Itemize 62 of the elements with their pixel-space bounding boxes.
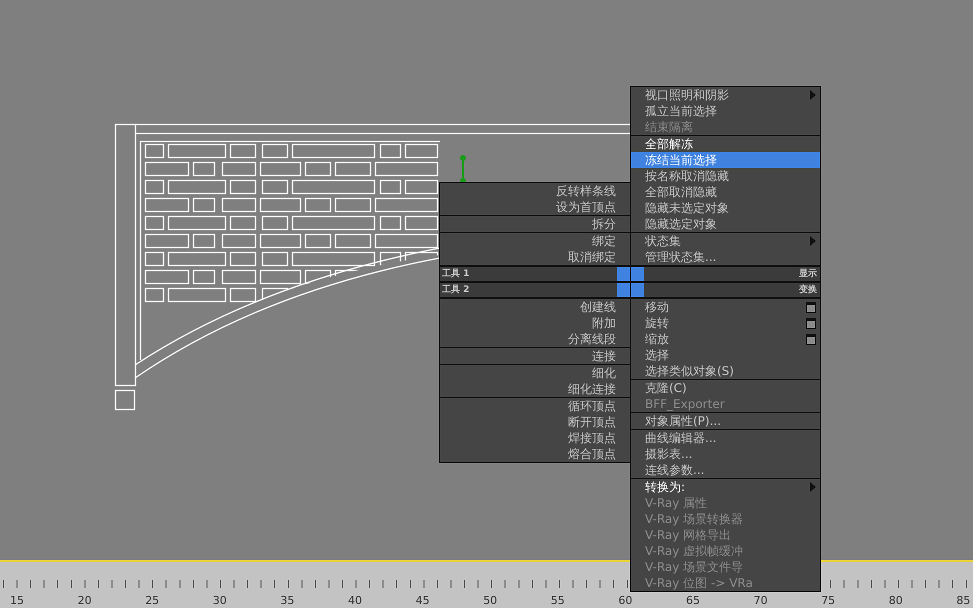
menu-item[interactable]: 全部解冻 xyxy=(631,136,820,152)
menu-item[interactable]: 熔合顶点 xyxy=(440,446,630,462)
menu-item[interactable]: 全部取消隐藏 xyxy=(631,184,820,200)
menu-item[interactable]: 旋转 xyxy=(631,315,820,331)
menu-item[interactable]: 状态集 xyxy=(631,233,820,249)
frame-number: 45 xyxy=(416,594,430,607)
menu-item[interactable]: 设为首顶点 xyxy=(440,199,630,215)
frame-number: 80 xyxy=(888,594,903,607)
menu-item[interactable]: 焊接顶点 xyxy=(440,430,630,446)
menu-item[interactable]: 创建线 xyxy=(440,299,630,315)
menu-item[interactable]: 反转样条线 xyxy=(440,183,630,199)
menu-item[interactable]: 选择 xyxy=(631,347,820,363)
quadrant-marker-icon[interactable] xyxy=(617,283,630,297)
menu-item[interactable]: 隐藏未选定对象 xyxy=(631,200,820,216)
quadrant-marker-icon[interactable] xyxy=(617,267,630,281)
frame-number: 75 xyxy=(821,594,836,607)
menu-item[interactable]: 细化 xyxy=(440,365,630,381)
menu-item[interactable]: 选择类似对象(S) xyxy=(631,363,820,379)
menu-item[interactable]: 附加 xyxy=(440,315,630,331)
menu-item[interactable]: 对象属性(P)... xyxy=(631,413,820,429)
quadrant-title: 显示 xyxy=(799,268,817,281)
frame-number: 20 xyxy=(78,594,92,607)
menu-item[interactable]: 拆分 xyxy=(440,216,630,232)
menu-item[interactable]: 取消绑定 xyxy=(440,249,630,265)
quadrant-title: 变换 xyxy=(799,283,817,297)
quadrant-marker-icon[interactable] xyxy=(631,283,644,297)
frame-number: 85 xyxy=(956,594,970,607)
quadrant-title: 工具 1 xyxy=(442,268,470,281)
frame-number: 30 xyxy=(212,594,227,607)
menu-item[interactable]: 连接 xyxy=(440,348,630,364)
menu-item[interactable]: 冻结当前选择 xyxy=(631,152,820,168)
menu-item[interactable]: 转换为: xyxy=(631,479,820,495)
frame-number: 70 xyxy=(754,594,768,607)
menu-item[interactable]: 克隆(C) xyxy=(631,380,820,396)
settings-box-icon[interactable] xyxy=(806,318,816,328)
frame-number: 25 xyxy=(145,594,160,607)
menu-item[interactable]: 循环顶点 xyxy=(440,398,630,414)
menu-item[interactable]: 连线参数... xyxy=(631,462,820,478)
frame-number: 50 xyxy=(483,594,498,607)
frame-number: 40 xyxy=(348,594,362,607)
menu-item[interactable]: 管理状态集... xyxy=(631,249,820,265)
menu-item[interactable]: 按名称取消隐藏 xyxy=(631,168,820,184)
frame-number: 15 xyxy=(10,594,24,607)
quadrant-title: 工具 2 xyxy=(442,284,470,297)
menu-item[interactable]: 移动 xyxy=(631,299,820,315)
settings-box-icon[interactable] xyxy=(806,334,816,344)
menu-item[interactable]: 断开顶点 xyxy=(440,414,630,430)
menu-item[interactable]: 绑定 xyxy=(440,233,630,249)
menu-item[interactable]: 缩放 xyxy=(631,331,820,347)
menu-item[interactable]: 隐藏选定对象 xyxy=(631,216,820,232)
menu-item[interactable]: 细化连接 xyxy=(440,381,630,397)
menu-item[interactable]: 视口照明和阴影 xyxy=(631,87,820,103)
menu-item[interactable]: 曲线编辑器... xyxy=(631,430,820,446)
frame-number: 35 xyxy=(280,594,294,607)
frame-number: 60 xyxy=(618,594,632,607)
frame-number: 55 xyxy=(550,594,565,607)
frame-number: 65 xyxy=(686,594,700,607)
menu-item[interactable]: 摄影表... xyxy=(631,446,820,462)
settings-box-icon[interactable] xyxy=(806,302,816,312)
menu-item[interactable]: 孤立当前选择 xyxy=(631,103,820,119)
quadrant-marker-icon[interactable] xyxy=(631,267,644,281)
menu-item[interactable]: 分离线段 xyxy=(440,331,630,347)
